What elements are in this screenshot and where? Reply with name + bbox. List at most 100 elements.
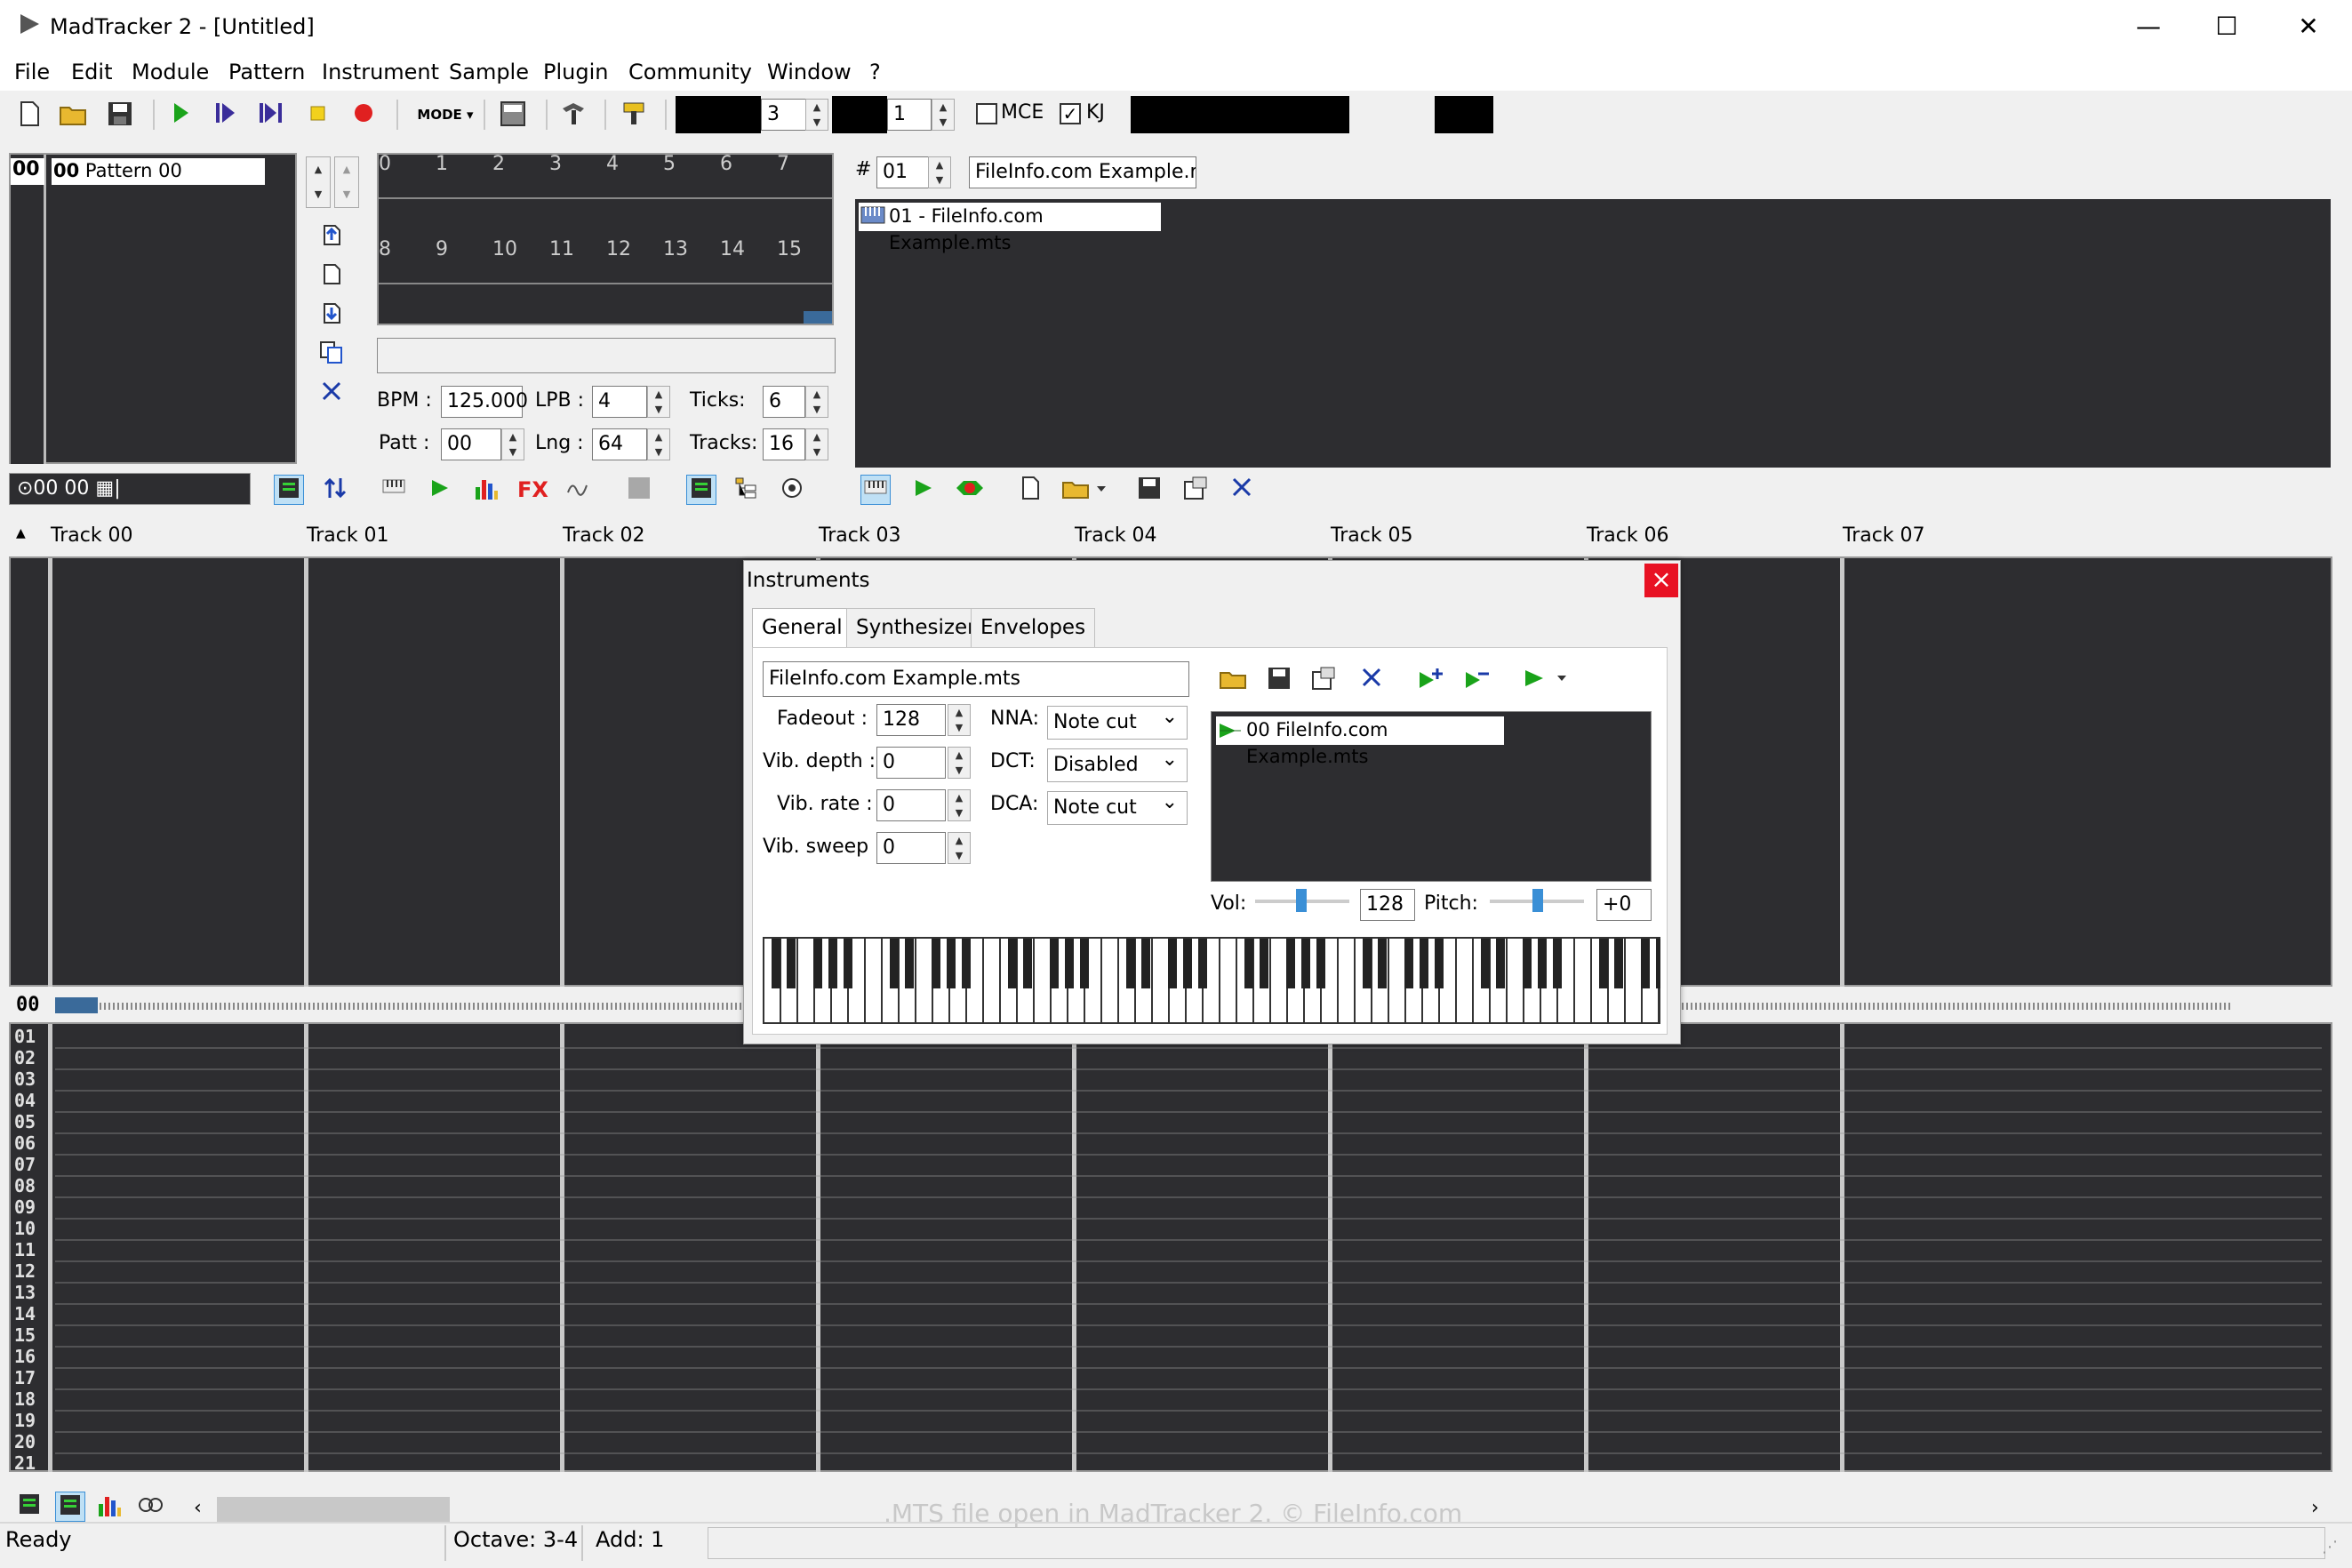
vibsweep-field[interactable]: 0 [876,832,946,864]
vol-slider-thumb[interactable] [1296,889,1307,912]
step-spin-buttons[interactable]: ▲ ▼ [932,99,955,131]
save-icon[interactable] [105,100,135,130]
dialog-close-button[interactable]: × [1644,564,1678,597]
scroll-left-arrow[interactable]: ‹ [194,1497,202,1519]
pattern-view-icon[interactable] [274,475,304,505]
menu-module[interactable]: Module [132,60,209,84]
sample-list-item[interactable]: 00 FileInfo.com Example.mts [1216,716,1504,767]
instrument-name-field[interactable]: FileInfo.com Example.mt [969,156,1196,188]
track-header-01[interactable]: Track 01 [307,524,389,547]
resize-grip-icon[interactable]: ⋰ [2322,1538,2338,1556]
kj-checkbox[interactable]: ✓ [1060,103,1081,124]
swap-arrows-icon[interactable] [320,475,350,505]
order-slot[interactable]: 0 [379,153,391,175]
save-instrument-icon[interactable] [1134,475,1164,505]
effects-graph-icon[interactable] [135,1492,165,1522]
new-instrument-icon[interactable] [1015,475,1045,505]
lpb-spin-buttons[interactable]: ▲ ▼ [647,386,670,418]
track-view-icon[interactable] [686,475,716,505]
fx-icon[interactable]: FX [517,475,548,505]
gray-block-icon[interactable] [624,475,654,505]
patt-field[interactable]: 00 [441,428,501,460]
record-icon[interactable] [348,100,379,130]
collapse-arrow-icon[interactable]: ▲ [16,526,26,540]
vibrate-field[interactable]: 0 [876,789,946,821]
pitch-field[interactable]: +0 [1596,889,1652,921]
play-instrument-icon[interactable] [425,475,455,505]
play-sample-dropdown[interactable] [1522,665,1575,695]
tools-icon[interactable] [558,100,588,130]
order-slot[interactable]: 15 [777,238,802,260]
track-header-05[interactable]: Track 05 [1331,524,1413,547]
track-header-07[interactable]: Track 07 [1843,524,1925,547]
fadeout-field[interactable]: 128 [876,704,946,736]
dialog-export-icon[interactable] [1308,665,1339,695]
vibdepth-spin-buttons[interactable]: ▲ ▼ [948,747,971,779]
tab-envelopes[interactable]: Envelopes [971,608,1096,647]
order-slot[interactable]: 5 [663,153,676,175]
plugin-icon[interactable] [619,100,649,130]
pattern-scroll-buttons[interactable]: ▲ ▼ [306,156,331,208]
nna-select[interactable]: Note cut [1047,701,1188,740]
vibdepth-field[interactable]: 0 [876,747,946,779]
dct-select[interactable]: Disabled [1047,744,1188,782]
open-folder-icon[interactable] [59,100,89,130]
mce-checkbox[interactable] [976,103,997,124]
minimize-button[interactable]: — [2107,0,2190,55]
patt-spin-buttons[interactable]: ▲ ▼ [501,428,524,460]
stop-sample-icon[interactable] [955,475,985,505]
dialog-delete-icon[interactable] [1356,665,1387,695]
scroll-right-arrow[interactable]: › [2311,1497,2319,1519]
append-pattern-icon[interactable] [316,300,347,331]
vibsweep-spin-buttons[interactable]: ▲ ▼ [948,832,971,864]
menu-pattern[interactable]: Pattern [228,60,305,84]
octave-spinner[interactable]: 3 [761,99,807,131]
tracks-spin-buttons[interactable]: ▲ ▼ [805,428,828,460]
new-pattern-icon[interactable] [316,261,347,292]
order-slot[interactable]: 8 [379,238,391,260]
menu-edit[interactable]: Edit [71,60,112,84]
order-slot[interactable]: 1 [436,153,448,175]
export-instrument-icon[interactable] [1180,475,1211,505]
delete-instrument-icon[interactable] [1227,475,1257,505]
step-spinner[interactable]: 1 [887,99,932,131]
track-header-06[interactable]: Track 06 [1587,524,1669,547]
maximize-button[interactable]: ☐ [2185,0,2268,55]
order-slot[interactable]: 14 [720,238,745,260]
wave-tool-icon[interactable] [564,475,594,505]
lpb-field[interactable]: 4 [592,386,647,418]
instrument-props-icon[interactable] [777,475,807,505]
dialog-save-icon[interactable] [1264,665,1294,695]
tree-list-icon[interactable] [731,475,761,505]
instrument-number-spin[interactable]: ▲ ▼ [928,156,951,188]
close-button[interactable]: ✕ [2267,0,2350,55]
order-slot[interactable]: 10 [492,238,517,260]
lng-field[interactable]: 64 [592,428,647,460]
order-slot[interactable]: 3 [549,153,562,175]
mode-dropdown[interactable]: MODE ▾ [414,100,476,130]
stop-icon[interactable] [302,100,332,130]
delete-pattern-icon[interactable] [316,379,347,409]
order-slot[interactable]: 11 [549,238,574,260]
open-instrument-dropdown[interactable] [1061,475,1111,505]
ticks-field[interactable]: 6 [763,386,805,418]
order-slot[interactable]: 6 [720,153,732,175]
track-header-04[interactable]: Track 04 [1075,524,1157,547]
pitch-slider-thumb[interactable] [1532,889,1543,912]
track-header-02[interactable]: Track 02 [563,524,645,547]
menu-community[interactable]: Community [628,60,752,84]
lng-spin-buttons[interactable]: ▲ ▼ [647,428,670,460]
tab-synthesizer[interactable]: Synthesizer [846,608,986,647]
menu-file[interactable]: File [14,60,50,84]
bpm-field[interactable]: 125.000 [441,386,528,418]
order-slot[interactable]: 4 [606,153,619,175]
remove-sample-icon[interactable] [1461,665,1492,695]
dialog-open-icon[interactable] [1218,665,1248,695]
track-header-03[interactable]: Track 03 [819,524,901,547]
order-slot[interactable]: 13 [663,238,688,260]
play-from-cursor-icon[interactable] [256,100,286,130]
instrument-number-field[interactable]: 01 [876,156,930,188]
vibrate-spin-buttons[interactable]: ▲ ▼ [948,789,971,821]
ticks-spin-buttons[interactable]: ▲ ▼ [805,386,828,418]
fadeout-spin-buttons[interactable]: ▲ ▼ [948,704,971,736]
